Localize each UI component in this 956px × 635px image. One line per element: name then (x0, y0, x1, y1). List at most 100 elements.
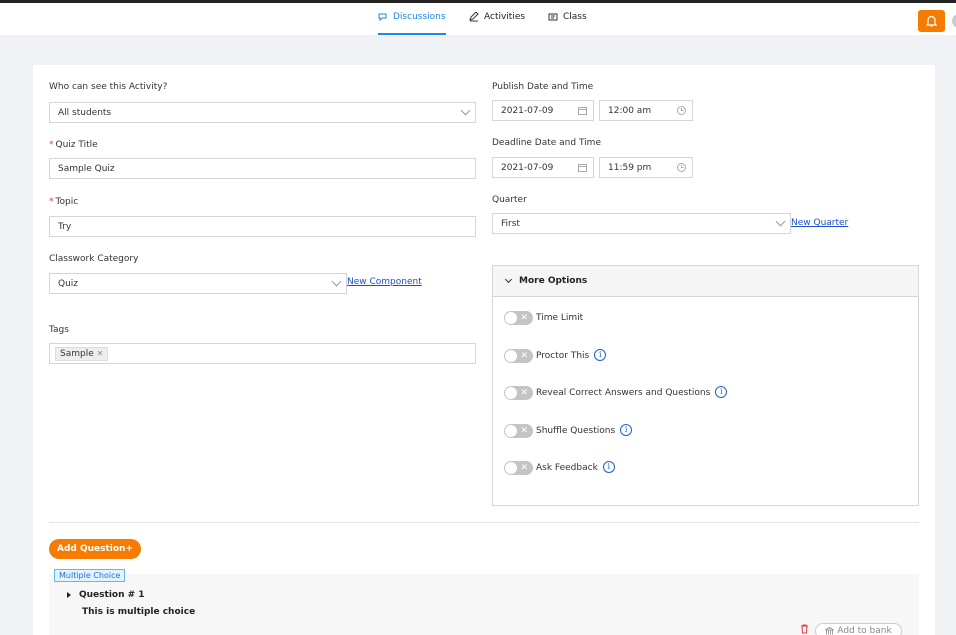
tab-discussions[interactable]: Discussions (378, 9, 446, 35)
tab-class[interactable]: Class (548, 9, 587, 35)
toggle-off-icon: ✕ (520, 463, 528, 473)
clock-icon (677, 163, 686, 172)
deadline-date-value: 2021-07-09 (501, 162, 554, 173)
topic-label-text: Topic (55, 197, 79, 207)
toggle-knob (505, 425, 517, 437)
visibility-label: Who can see this Activity? (49, 82, 168, 92)
tag-chip: Sample ✕ (55, 346, 109, 361)
question-panel (49, 574, 919, 635)
calendar-icon (578, 164, 587, 172)
toggle-off-icon: ✕ (520, 388, 528, 398)
bank-icon (825, 626, 835, 635)
add-to-bank-button[interactable]: Add to bank (815, 623, 902, 635)
info-icon[interactable]: i (594, 348, 607, 361)
question-type-badge: Multiple Choice (54, 569, 126, 582)
option-proctor: ✕ Proctor This i (504, 348, 607, 363)
tags-label: Tags (49, 325, 69, 335)
option-reveal-answers: ✕ Reveal Correct Answers and Questions i (504, 385, 728, 400)
more-options-title: More Options (519, 276, 588, 286)
add-question-button[interactable]: Add Question+ (49, 539, 141, 559)
chat-icon (378, 13, 387, 22)
question-text: This is multiple choice (82, 607, 196, 617)
classwork-category-label: Classwork Category (49, 254, 139, 264)
expand-caret-icon (67, 592, 71, 598)
tag-label: Sample (60, 348, 94, 359)
activity-form-card: Who can see this Activity? All students … (33, 65, 935, 635)
option-ask-feedback: ✕ Ask Feedback i (504, 460, 615, 475)
toggle-off-icon: ✕ (520, 351, 528, 361)
top-navigation-bar: Discussions Activities Class (0, 3, 956, 35)
option-label: Reveal Correct Answers and Questions (536, 388, 711, 398)
publish-date-value: 2021-07-09 (501, 105, 554, 116)
quiz-title-input[interactable]: Sample Quiz (49, 158, 476, 179)
toggle-knob (505, 387, 517, 399)
deadline-date-label: Deadline Date and Time (492, 138, 601, 148)
quarter-label: Quarter (492, 195, 527, 205)
tab-activities[interactable]: Activities (469, 9, 525, 35)
reveal-answers-toggle[interactable]: ✕ (504, 386, 533, 400)
tab-label: Discussions (393, 12, 446, 22)
toggle-knob (505, 312, 517, 324)
more-options-header[interactable]: More Options (493, 266, 918, 297)
proctor-toggle[interactable]: ✕ (504, 349, 533, 363)
quiz-title-label-text: Quiz Title (55, 140, 98, 150)
toggle-off-icon: ✕ (520, 313, 528, 323)
deadline-time-value: 11:59 pm (608, 162, 652, 173)
tags-input[interactable]: Sample ✕ (49, 343, 476, 364)
quiz-title-label: * Quiz Title (49, 140, 98, 150)
quiz-title-value: Sample Quiz (58, 163, 115, 174)
shuffle-questions-toggle[interactable]: ✕ (504, 424, 533, 438)
option-label: Proctor This (536, 351, 590, 361)
option-label: Shuffle Questions (536, 426, 616, 436)
chevron-down-icon (504, 275, 513, 284)
add-to-bank-label: Add to bank (837, 626, 892, 635)
info-icon[interactable]: i (620, 423, 633, 436)
publish-date-label: Publish Date and Time (492, 82, 594, 92)
publish-time-input[interactable]: 12:00 am (599, 100, 693, 121)
user-avatar[interactable] (952, 14, 956, 28)
option-shuffle-questions: ✕ Shuffle Questions i (504, 423, 633, 438)
bell-icon (926, 15, 937, 27)
new-component-link[interactable]: New Component (347, 277, 422, 287)
question-header[interactable]: Question # 1 (67, 590, 145, 600)
visibility-select[interactable]: All students (49, 102, 476, 123)
ask-feedback-toggle[interactable]: ✕ (504, 461, 533, 475)
topic-value: Try (58, 221, 72, 232)
remove-tag-icon[interactable]: ✕ (97, 349, 104, 358)
class-icon (548, 13, 558, 21)
chevron-down-icon (775, 216, 786, 227)
required-marker: * (49, 140, 54, 150)
publish-date-input[interactable]: 2021-07-09 (492, 100, 594, 121)
required-marker: * (49, 197, 54, 207)
time-limit-toggle[interactable]: ✕ (504, 311, 533, 325)
notifications-button[interactable] (918, 10, 945, 32)
more-options-panel: More Options ✕ Time Limit ✕ Proctor This… (492, 265, 919, 506)
option-time-limit: ✕ Time Limit (504, 311, 583, 325)
toggle-knob (505, 462, 517, 474)
pencil-icon (469, 12, 479, 22)
info-icon[interactable]: i (602, 460, 615, 473)
category-value: Quiz (58, 278, 79, 289)
classwork-category-select[interactable]: Quiz (49, 273, 347, 294)
deadline-time-input[interactable]: 11:59 pm (599, 157, 693, 178)
info-icon[interactable]: i (715, 385, 728, 398)
toggle-knob (505, 350, 517, 362)
tab-label: Class (563, 12, 587, 22)
chevron-down-icon (460, 105, 471, 116)
trash-icon[interactable] (800, 624, 809, 634)
topic-label: * Topic (49, 197, 78, 207)
deadline-date-input[interactable]: 2021-07-09 (492, 157, 594, 178)
option-label: Time Limit (536, 313, 584, 323)
quarter-select[interactable]: First (492, 213, 791, 234)
new-quarter-link[interactable]: New Quarter (791, 218, 848, 228)
question-title: Question # 1 (79, 590, 145, 600)
toggle-off-icon: ✕ (520, 426, 528, 436)
chevron-down-icon (331, 276, 342, 287)
calendar-icon (578, 107, 587, 115)
clock-icon (677, 106, 686, 115)
tab-label: Activities (484, 12, 526, 22)
section-divider (49, 522, 919, 523)
option-label: Ask Feedback (536, 463, 598, 473)
quarter-value: First (501, 218, 520, 229)
topic-input[interactable]: Try (49, 216, 476, 237)
